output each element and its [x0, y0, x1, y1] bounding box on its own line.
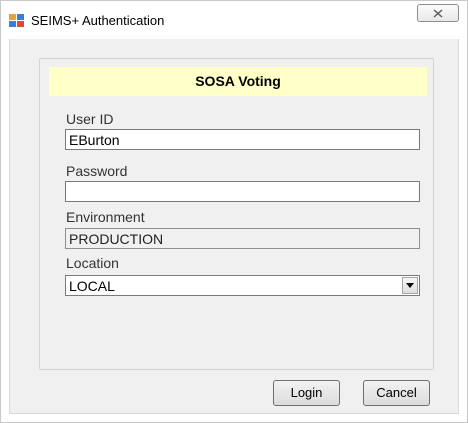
close-icon — [433, 9, 443, 18]
chevron-down-icon — [406, 283, 414, 288]
login-button[interactable]: Login — [273, 380, 340, 406]
password-input[interactable] — [65, 181, 420, 202]
user-id-input[interactable] — [65, 129, 420, 150]
window-title: SEIMS+ Authentication — [31, 13, 165, 28]
location-label: Location — [66, 255, 119, 271]
environment-label: Environment — [66, 209, 145, 225]
app-window-icon — [9, 14, 24, 27]
authentication-dialog: SEIMS+ Authentication SOSA Voting User I… — [0, 0, 468, 423]
environment-field: PRODUCTION — [65, 228, 420, 249]
location-selected-value: LOCAL — [69, 278, 115, 294]
cancel-button[interactable]: Cancel — [363, 380, 430, 406]
dialog-body: SOSA Voting User ID Password Environment… — [9, 39, 459, 414]
banner-title: SOSA Voting — [195, 73, 281, 89]
close-button[interactable] — [417, 4, 459, 22]
location-dropdown-button[interactable] — [402, 277, 418, 294]
user-id-label: User ID — [66, 111, 114, 127]
title-bar[interactable]: SEIMS+ Authentication — [1, 1, 467, 39]
password-label: Password — [66, 163, 128, 179]
app-banner: SOSA Voting — [49, 67, 427, 96]
location-select[interactable]: LOCAL — [65, 275, 420, 296]
